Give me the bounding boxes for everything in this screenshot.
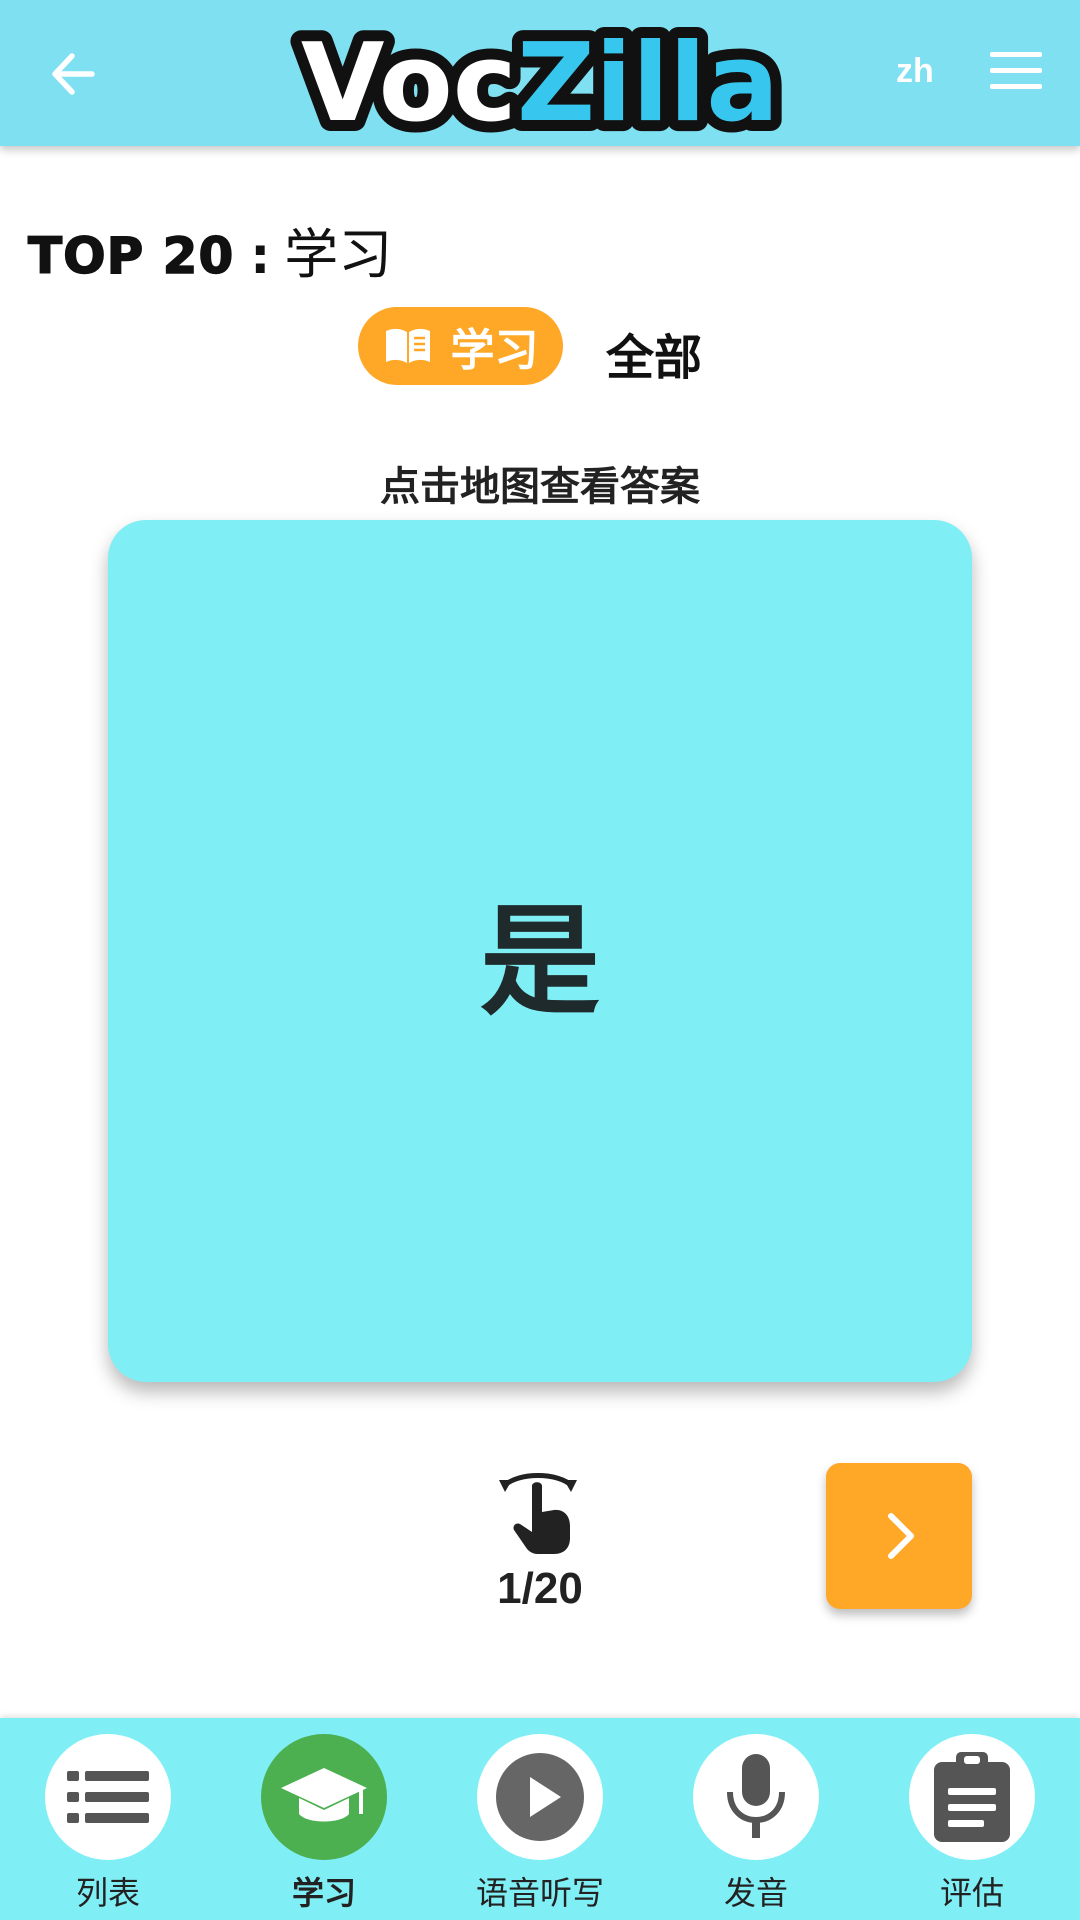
nav-item-pronunciation[interactable]: 发音 [681, 1734, 831, 1914]
flash-card[interactable]: 是 [108, 520, 972, 1382]
svg-text:VocZilla: VocZilla [301, 21, 779, 140]
app-header: VocZilla VocZilla zh [0, 0, 1080, 146]
open-book-icon [385, 328, 430, 363]
page-title-separator: : [250, 227, 271, 285]
nav-item-learn[interactable]: 学习 [249, 1734, 399, 1914]
nav-label: 评估 [939, 1874, 1004, 1912]
nav-label: 语音听写 [475, 1874, 604, 1912]
nav-item-dictation[interactable]: 语音听写 [465, 1734, 615, 1914]
microphone-icon [727, 1754, 785, 1838]
page-title: TOP 20 : 学习 [27, 210, 392, 286]
nav-label: 列表 [75, 1874, 140, 1912]
mode-learn-button[interactable]: 学习 [358, 307, 563, 385]
voczilla-logo: VocZilla VocZilla [290, 10, 790, 140]
arrow-left-icon [52, 53, 95, 95]
nav-label: 发音 [723, 1874, 788, 1912]
mode-learn-label: 学习 [450, 325, 539, 376]
play-icon [496, 1753, 584, 1841]
tap-flip-icon[interactable] [498, 1468, 578, 1558]
back-button[interactable] [44, 44, 104, 104]
next-card-button[interactable] [826, 1463, 972, 1609]
bottom-navigation: 列表 学习 语音听写 发音 评估 [0, 1718, 1080, 1920]
list-icon [67, 1771, 149, 1823]
card-word: 是 [480, 893, 600, 1032]
page-title-mode: 学习 [284, 223, 393, 286]
card-hint: 点击地图查看答案 [380, 464, 700, 510]
nav-label: 学习 [291, 1874, 356, 1912]
page-title-list: TOP 20 [27, 226, 235, 286]
nav-item-assessment[interactable]: 评估 [897, 1734, 1047, 1914]
menu-button[interactable] [990, 52, 1042, 92]
nav-item-list[interactable]: 列表 [33, 1734, 183, 1914]
clipboard-icon [934, 1752, 1010, 1842]
graduation-cap-icon [281, 1768, 367, 1822]
hamburger-menu-icon [990, 52, 1042, 89]
mode-all-button[interactable]: 全部 [606, 318, 702, 388]
chevron-right-icon [888, 1513, 914, 1559]
language-selector[interactable]: zh [896, 52, 934, 91]
